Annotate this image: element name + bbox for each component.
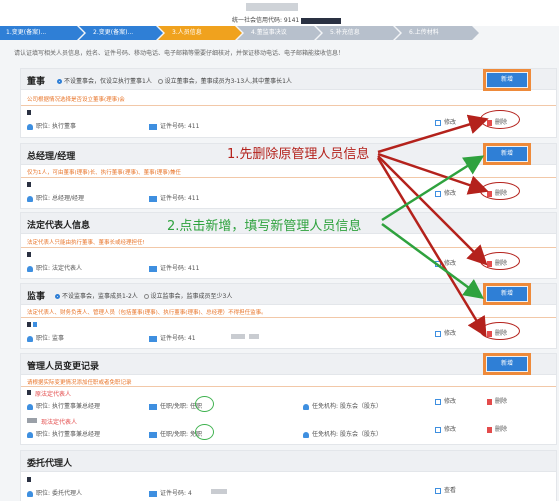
agent-title: 委托代理人 (27, 459, 73, 469)
directors-title: 董事 (27, 77, 46, 87)
manager-title: 总经理/经理 (27, 152, 76, 162)
manager-hint: 仅为1人，可由董事(理事)长、执行董事(理事)、董事(理事)兼任 (27, 170, 181, 176)
person-info: 职位: 执行董事兼总经理 (27, 429, 100, 438)
legal-title: 法定代表人信息 (27, 221, 91, 231)
step-3[interactable]: 3.人员信息 (158, 26, 242, 40)
person-icon (27, 403, 33, 410)
radio-checked-icon[interactable] (57, 79, 62, 84)
directors-options: 不设董事会，仅设立执行董事1人 设立董事会，董事成员为3-13人,其中董事长1人 (57, 76, 292, 85)
changes-hint: 请根据实际变更情况添加任职或者免职记录 (27, 380, 132, 386)
notice-text: 请认证填写相关人员信息，姓名、证件号码、移动电话、电子邮箱等需要仔细核对，并保证… (14, 50, 345, 57)
edit-button[interactable]: 修改 (435, 188, 456, 197)
directors-hint: 公司根据情况选择是否设立董事(理事)会 (27, 97, 125, 103)
changes-card: 管理人员变更记录 新增 请根据实际变更情况添加任职或者免职记录 原法定代表人 职… (20, 353, 557, 445)
person-info: 职位: 监事 (27, 333, 64, 342)
trash-icon (487, 398, 492, 405)
delete-button[interactable]: 删除 (487, 396, 507, 405)
person-icon (27, 123, 33, 130)
edit-button[interactable]: 修改 (435, 396, 456, 405)
step-6[interactable]: 6.上传材料 (395, 26, 479, 40)
trash-icon (487, 426, 492, 433)
name-redacted (27, 110, 31, 115)
credit-code: 统一社会信用代码: 9141 (232, 15, 342, 24)
person-icon (27, 490, 33, 497)
step-bar: 1.变更(备案)... 2.变更(备案)... 3.人员信息 4.董监事决议 5… (0, 26, 559, 40)
person-info: 职位: 总经理/经理 (27, 193, 84, 202)
id-card-icon (149, 490, 157, 497)
legal-hint: 法定代表人只能由执行董事、董事长或经理担任! (27, 240, 145, 246)
edit-icon (435, 190, 441, 197)
step-5[interactable]: 5.补充信息 (316, 26, 400, 40)
person-icon (27, 431, 33, 438)
card-header: 董事 不设董事会，仅设立执行董事1人 设立董事会，董事成员为3-13人,其中董事… (21, 69, 556, 90)
change-name: 现法定代表人 (41, 419, 78, 426)
person-info: 职位: 执行董事兼总经理 (27, 401, 100, 410)
supervisors-title: 监事 (27, 292, 46, 302)
change-type: 任职/免职: 任职 (149, 401, 202, 410)
view-button[interactable]: 查看 (435, 485, 456, 494)
add-director-button[interactable]: 新增 (483, 69, 531, 91)
change-name: 原法定代表人 (35, 391, 72, 398)
add-change-button[interactable]: 新增 (483, 353, 531, 375)
edit-icon (435, 119, 441, 126)
add-supervisor-button[interactable]: 新增 (483, 283, 531, 305)
step-2[interactable]: 2.变更(备案)... (79, 26, 163, 40)
id-card-icon (149, 195, 157, 202)
supervisors-hint: 法定代表人、财务负责人、管理人员（包括董事(理事)、执行董事(理事)、总经理）不… (27, 310, 267, 316)
person-icon (27, 335, 33, 342)
directors-card: 董事 不设董事会，仅设立执行董事1人 设立董事会，董事成员为3-13人,其中董事… (20, 68, 557, 138)
change-org: 任免机构: 股东会（股东） (303, 429, 382, 438)
id-info: 证件号码: 411 (149, 121, 199, 130)
annotation-step2: 2.点击新增，填写新管理人员信息 (167, 219, 362, 234)
changes-title: 管理人员变更记录 (27, 362, 100, 372)
change-org: 任免机构: 股东会（股东） (303, 401, 382, 410)
edit-icon (435, 260, 441, 267)
change-type: 任职/免职: 免职 (149, 429, 202, 438)
annotation-step1: 1.先删除原管理人员信息 (227, 147, 370, 162)
id-card-icon (149, 335, 157, 342)
person-info: 职位: 执行董事 (27, 121, 76, 130)
id-card-icon (149, 265, 157, 272)
agent-card: 委托代理人 职位: 委托代理人 证件号码: 4 查看 (20, 450, 557, 501)
person-icon (27, 195, 33, 202)
view-icon (435, 487, 441, 494)
add-manager-button[interactable]: 新增 (483, 143, 531, 165)
id-info: 证件号码: 4 (149, 488, 192, 497)
edit-button[interactable]: 修改 (435, 424, 456, 433)
radio-checked-icon[interactable] (55, 294, 60, 299)
step-1[interactable]: 1.变更(备案)... (0, 26, 84, 40)
id-card-icon (149, 123, 157, 130)
top-header: 统一社会信用代码: 9141 (0, 0, 559, 26)
edit-button[interactable]: 修改 (435, 328, 456, 337)
supervisors-card: 监事 不设监事会，监事成员1-2人 设立监事会，监事成员至少3人 新增 法定代表… (20, 283, 557, 349)
supervisors-options: 不设监事会，监事成员1-2人 设立监事会，监事成员至少3人 (55, 291, 232, 300)
id-info: 证件号码: 411 (149, 263, 199, 272)
edit-icon (435, 426, 441, 433)
delete-button[interactable]: 删除 (487, 424, 507, 433)
edit-icon (435, 330, 441, 337)
id-info: 证件号码: 411 (149, 193, 199, 202)
org-icon (303, 403, 309, 410)
id-info: 证件号码: 41 (149, 333, 196, 342)
edit-button[interactable]: 修改 (435, 258, 456, 267)
edit-icon (435, 398, 441, 405)
person-icon (27, 265, 33, 272)
header-logo (246, 3, 298, 11)
radio-icon[interactable] (157, 79, 163, 84)
person-info: 职位: 委托代理人 (27, 488, 82, 497)
step-4[interactable]: 4.董监事决议 (237, 26, 321, 40)
org-icon (303, 431, 309, 438)
edit-button[interactable]: 修改 (435, 117, 456, 126)
id-card-icon (149, 403, 157, 410)
id-card-icon (149, 431, 157, 438)
person-info: 职位: 法定代表人 (27, 263, 82, 272)
radio-icon[interactable] (143, 294, 149, 299)
